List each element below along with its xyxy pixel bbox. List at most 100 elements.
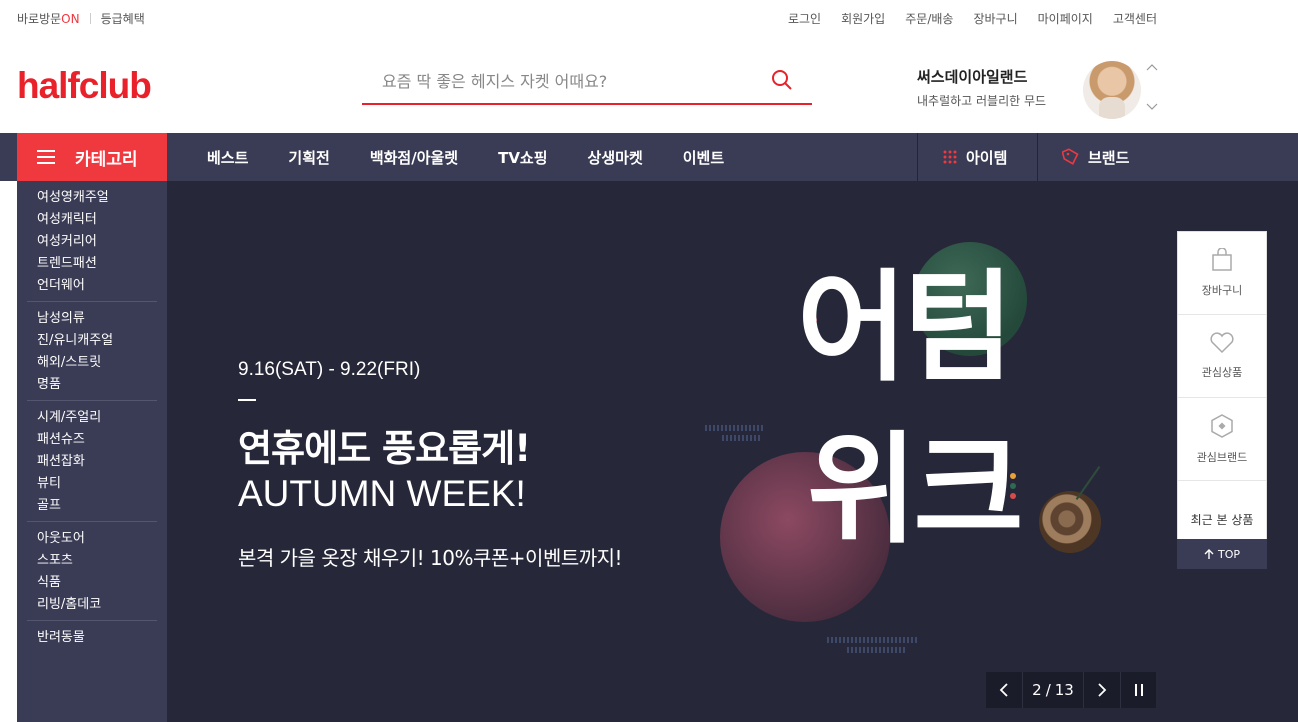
category-item[interactable]: 시계/주얼리 bbox=[27, 407, 157, 429]
slide-separator: / bbox=[1045, 681, 1051, 699]
nav-brand-label: 브랜드 bbox=[1088, 148, 1130, 167]
nav-tv-shopping[interactable]: TV쇼핑 bbox=[498, 147, 547, 168]
category-item[interactable]: 뷰티 bbox=[27, 473, 157, 495]
slide-controls: 2 / 13 bbox=[986, 672, 1156, 708]
decorative-pattern bbox=[705, 425, 765, 431]
category-item[interactable]: 진/유니캐주얼 bbox=[27, 330, 157, 352]
quick-menu: 장바구니 관심상품 관심브랜드 최근 본 상품 TOP bbox=[1177, 231, 1267, 569]
banner-description: 본격 가을 옷장 채우기! 10%쿠폰+이벤트까지! bbox=[238, 546, 623, 570]
slide-total: 13 bbox=[1054, 681, 1074, 699]
chevron-up-icon[interactable] bbox=[1146, 62, 1158, 74]
quick-recent-label: 최근 본 상품 bbox=[1190, 512, 1254, 527]
category-item[interactable]: 명품 bbox=[27, 374, 157, 396]
category-item[interactable]: 트렌드패션 bbox=[27, 253, 157, 275]
nav-item-button[interactable]: 아이템 bbox=[917, 133, 1037, 181]
category-item[interactable]: 반려동물 bbox=[27, 627, 157, 649]
quick-wish-button[interactable]: 관심상품 bbox=[1178, 315, 1266, 398]
banner-art-title-line1: 어텀 bbox=[797, 259, 1014, 398]
search-input[interactable] bbox=[362, 60, 762, 102]
category-item[interactable]: 골프 bbox=[27, 495, 157, 517]
search-icon bbox=[772, 70, 792, 90]
category-item[interactable]: 해외/스트릿 bbox=[27, 352, 157, 374]
banner-divider bbox=[238, 399, 256, 401]
category-item[interactable]: 스포츠 bbox=[27, 550, 157, 572]
nav-special[interactable]: 기획전 bbox=[288, 147, 329, 168]
decorative-pattern bbox=[827, 637, 917, 643]
slide-pause-button[interactable] bbox=[1120, 672, 1156, 708]
category-item[interactable]: 리빙/홈데코 bbox=[27, 594, 157, 616]
category-item[interactable]: 식품 bbox=[27, 572, 157, 594]
site-logo[interactable]: halfclub bbox=[17, 64, 152, 108]
main-banner[interactable]: 9.16(SAT) - 9.22(FRI) 연휴에도 풍요롭게! AUTUMN … bbox=[167, 181, 1298, 722]
promo-subtitle: 내추럴하고 러블리한 무드 bbox=[917, 94, 1047, 108]
search-button[interactable] bbox=[770, 68, 794, 92]
category-item[interactable]: 아웃도어 bbox=[27, 528, 157, 550]
scroll-top-button[interactable]: TOP bbox=[1177, 539, 1267, 569]
pause-icon bbox=[1134, 684, 1143, 696]
slide-next-button[interactable] bbox=[1084, 672, 1120, 708]
category-item[interactable]: 패션슈즈 bbox=[27, 429, 157, 451]
chevron-left-icon bbox=[999, 683, 1008, 697]
hexagon-icon bbox=[1211, 414, 1233, 438]
promo-model-image[interactable] bbox=[1083, 61, 1141, 119]
category-group: 남성의류 진/유니캐주얼 해외/스트릿 명품 bbox=[27, 302, 157, 401]
main-nav: 카테고리 베스트 기획전 백화점/아울렛 TV쇼핑 상생마켓 이벤트 아이템 브… bbox=[0, 133, 1298, 181]
category-group: 시계/주얼리 패션슈즈 패션잡화 뷰티 골프 bbox=[27, 401, 157, 522]
category-item[interactable]: 남성의류 bbox=[27, 308, 157, 330]
nav-best[interactable]: 베스트 bbox=[207, 147, 248, 168]
banner-date: 9.16(SAT) - 9.22(FRI) bbox=[238, 359, 421, 380]
slide-prev-button[interactable] bbox=[986, 672, 1022, 708]
quick-brand-button[interactable]: 관심브랜드 bbox=[1178, 398, 1266, 481]
arrow-up-icon bbox=[1204, 549, 1214, 559]
banner-headline: 연휴에도 풍요롭게! bbox=[238, 427, 531, 470]
grid-dots-icon bbox=[943, 150, 957, 164]
divider bbox=[89, 13, 91, 24]
decorative-pattern bbox=[847, 647, 907, 653]
tag-icon bbox=[1062, 148, 1079, 165]
cart-link[interactable]: 장바구니 bbox=[973, 10, 1017, 27]
chevron-right-icon bbox=[1098, 683, 1107, 697]
nav-event[interactable]: 이벤트 bbox=[683, 147, 724, 168]
login-link[interactable]: 로그인 bbox=[788, 10, 821, 27]
banner-art-title-line2: 위크 bbox=[807, 421, 1024, 560]
banner-headline-en: AUTUMN WEEK! bbox=[238, 473, 526, 514]
pinecone-illustration bbox=[1039, 491, 1101, 553]
utility-bar: 바로방문ON 등급혜택 로그인 회원가입 주문/배송 장바구니 마이페이지 고객… bbox=[0, 0, 1298, 36]
decorative-pattern bbox=[722, 435, 762, 441]
category-group: 반려동물 bbox=[27, 621, 157, 653]
mypage-link[interactable]: 마이페이지 bbox=[1038, 10, 1093, 27]
nav-brand-button[interactable]: 브랜드 bbox=[1037, 133, 1297, 181]
grade-benefits-link[interactable]: 등급혜택 bbox=[101, 10, 145, 27]
search-bar bbox=[362, 60, 812, 105]
category-item[interactable]: 여성커리어 bbox=[27, 231, 157, 253]
category-sidebar: 여성영캐주얼 여성캐릭터 여성커리어 트렌드패션 언더웨어 남성의류 진/유니캐… bbox=[17, 181, 167, 722]
chevron-down-icon[interactable] bbox=[1146, 100, 1158, 112]
header-promo[interactable]: 써스데이아일랜드 내추럴하고 러블리한 무드 bbox=[917, 66, 1046, 109]
order-delivery-link[interactable]: 주문/배송 bbox=[905, 10, 953, 27]
quick-wish-label: 관심상품 bbox=[1201, 366, 1243, 379]
category-button[interactable]: 카테고리 bbox=[17, 133, 167, 181]
signup-link[interactable]: 회원가입 bbox=[841, 10, 885, 27]
direct-visit-status: ON bbox=[61, 12, 80, 26]
customer-center-link[interactable]: 고객센터 bbox=[1113, 10, 1157, 27]
utility-left: 바로방문ON 등급혜택 bbox=[17, 10, 145, 27]
category-item[interactable]: 패션잡화 bbox=[27, 451, 157, 473]
direct-visit-link[interactable]: 바로방문ON bbox=[17, 10, 80, 27]
category-item[interactable]: 여성캐릭터 bbox=[27, 209, 157, 231]
category-label: 카테고리 bbox=[75, 149, 138, 170]
shopping-bag-icon bbox=[1212, 248, 1232, 271]
category-item[interactable]: 언더웨어 bbox=[27, 275, 157, 297]
hamburger-icon bbox=[37, 150, 55, 164]
nav-mutual-market[interactable]: 상생마켓 bbox=[588, 147, 643, 168]
heart-icon bbox=[1210, 332, 1234, 354]
nav-department-outlet[interactable]: 백화점/아울렛 bbox=[370, 147, 458, 168]
quick-brand-label: 관심브랜드 bbox=[1196, 451, 1248, 464]
quick-cart-button[interactable]: 장바구니 bbox=[1178, 232, 1266, 315]
slide-current: 2 bbox=[1032, 681, 1042, 699]
quick-cart-label: 장바구니 bbox=[1201, 284, 1243, 297]
slide-counter: 2 / 13 bbox=[1022, 672, 1084, 708]
promo-title: 써스데이아일랜드 bbox=[917, 68, 1028, 86]
utility-links: 로그인 회원가입 주문/배송 장바구니 마이페이지 고객센터 bbox=[788, 10, 1157, 27]
category-item[interactable]: 여성영캐주얼 bbox=[27, 187, 157, 209]
scroll-top-label: TOP bbox=[1217, 547, 1240, 561]
